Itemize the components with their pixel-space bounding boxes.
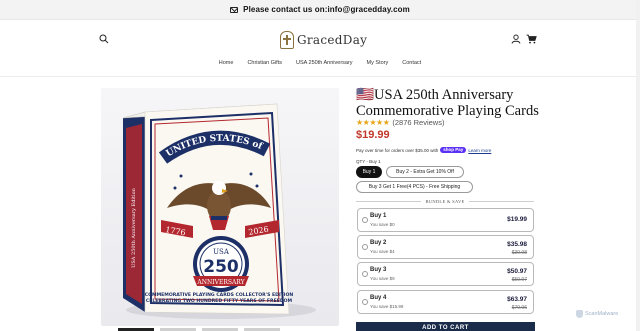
bundle-header-text: BUNDLE & SAVE — [425, 198, 465, 204]
bundle-compare-price: $79.96 — [511, 305, 527, 311]
review-count: (2876 Reviews) — [392, 118, 445, 127]
search-icon[interactable] — [99, 34, 109, 44]
bundle-option-buy-3[interactable]: Buy 3 You save $9 $50.97 $59.97 — [357, 262, 534, 286]
nav-christian-gifts[interactable]: Christian Gifts — [247, 57, 282, 69]
box-bottom-line-2: CELEBRATING TWO HUNDRED FIFTY YEARS OF F… — [146, 298, 293, 304]
radio-button[interactable] — [362, 244, 368, 250]
shield-icon — [576, 310, 583, 318]
add-to-cart-button[interactable]: ADD TO CART — [356, 322, 535, 331]
qty-label: QTY - Buy 1 — [356, 159, 381, 164]
bundle-compare-price: $59.97 — [511, 277, 527, 283]
learn-more-link[interactable]: Learn more — [468, 148, 491, 153]
installments-text: Pay over time for orders over $35.00 wit… — [356, 147, 439, 153]
bundle-name: Buy 4 — [370, 295, 387, 301]
bundle-savings: You save $0 — [370, 222, 395, 227]
bundle-savings: You save $4 — [370, 249, 395, 254]
product-title: 🇺🇸USA 250th Anniversary Commemorative Pl… — [356, 87, 539, 119]
mail-icon — [230, 6, 239, 13]
box-250-text: 250 — [203, 257, 239, 277]
bundle-option-buy-2[interactable]: Buy 2 You save $4 $35.98 $39.98 — [357, 235, 534, 259]
box-bottom-line-1: COMMEMORATIVE PLAYING CARDS COLLECTOR'S … — [145, 292, 294, 298]
announcement-text: Please contact us on:info@gracedday.com — [243, 5, 410, 14]
scanmalware-text: ScanMalware — [585, 311, 619, 317]
bundle-price: $63.97 — [507, 296, 527, 303]
header-divider — [0, 76, 640, 77]
logo-text: GracedDay — [297, 33, 368, 47]
main-nav: Home Christian Gifts USA 250th Anniversa… — [0, 57, 640, 69]
product-price: $19.99 — [356, 129, 390, 141]
bundle-price: $50.97 — [507, 268, 527, 275]
radio-button[interactable] — [362, 271, 368, 277]
nav-usa-250th[interactable]: USA 250th Anniversary — [296, 57, 353, 69]
product-rating[interactable]: ★★★★★ (2876 Reviews) — [356, 118, 444, 127]
playing-card-box-illustration: UNITED STATES of AMERICA 1776 2026 USA 2… — [101, 88, 339, 326]
shop-pay-logo: shop Pay — [440, 147, 467, 153]
cart-icon[interactable] — [526, 34, 537, 44]
divider — [356, 200, 422, 202]
bundle-price: $35.98 — [507, 241, 527, 248]
nav-my-story[interactable]: My Story — [367, 57, 389, 69]
bundle-option-buy-4[interactable]: Buy 4 You save $15.99 $63.97 $79.96 — [357, 290, 534, 314]
box-usa-text: USA — [213, 248, 230, 256]
scrollbar[interactable] — [636, 0, 640, 331]
account-icon[interactable] — [511, 34, 521, 44]
radio-button[interactable] — [362, 217, 368, 223]
site-logo[interactable]: GracedDay — [280, 29, 367, 51]
box-anniversary-text: ANNIVERSARY — [196, 279, 245, 286]
qty-option-buy-1[interactable]: Buy 1 — [356, 166, 382, 178]
box-side-text: USA 250th Anniversary Edition — [131, 187, 137, 267]
nav-contact[interactable]: Contact — [402, 57, 421, 69]
bundle-compare-price: $39.98 — [511, 250, 527, 256]
bundle-option-buy-1[interactable]: Buy 1 You save $0 $19.99 — [357, 208, 534, 232]
scanmalware-badge: ScanMalware — [576, 310, 618, 318]
qty-option-buy-3[interactable]: Buy 3 Get 1 Free(4 PCS) - Free Shipping — [356, 181, 473, 193]
product-image[interactable]: UNITED STATES of AMERICA 1776 2026 USA 2… — [101, 88, 339, 326]
qty-option-buy-2[interactable]: Buy 2 - Extra Get 10% Off — [386, 166, 464, 178]
bundle-name: Buy 3 — [370, 267, 387, 273]
cross-logo-icon — [280, 31, 294, 49]
bundle-name: Buy 1 — [370, 213, 387, 219]
divider — [468, 200, 535, 202]
installments-note: Pay over time for orders over $35.00 wit… — [356, 147, 491, 153]
bundle-savings: You save $9 — [370, 276, 395, 281]
bundle-savings: You save $15.99 — [370, 304, 404, 309]
star-rating-icon: ★★★★★ — [356, 118, 390, 127]
announcement-bar: Please contact us on:info@gracedday.com — [0, 0, 640, 20]
nav-home[interactable]: Home — [219, 57, 234, 69]
bundle-header: BUNDLE & SAVE — [356, 198, 535, 204]
bundle-name: Buy 2 — [370, 240, 387, 246]
radio-button[interactable] — [362, 299, 368, 305]
bundle-price: $19.99 — [507, 216, 527, 223]
